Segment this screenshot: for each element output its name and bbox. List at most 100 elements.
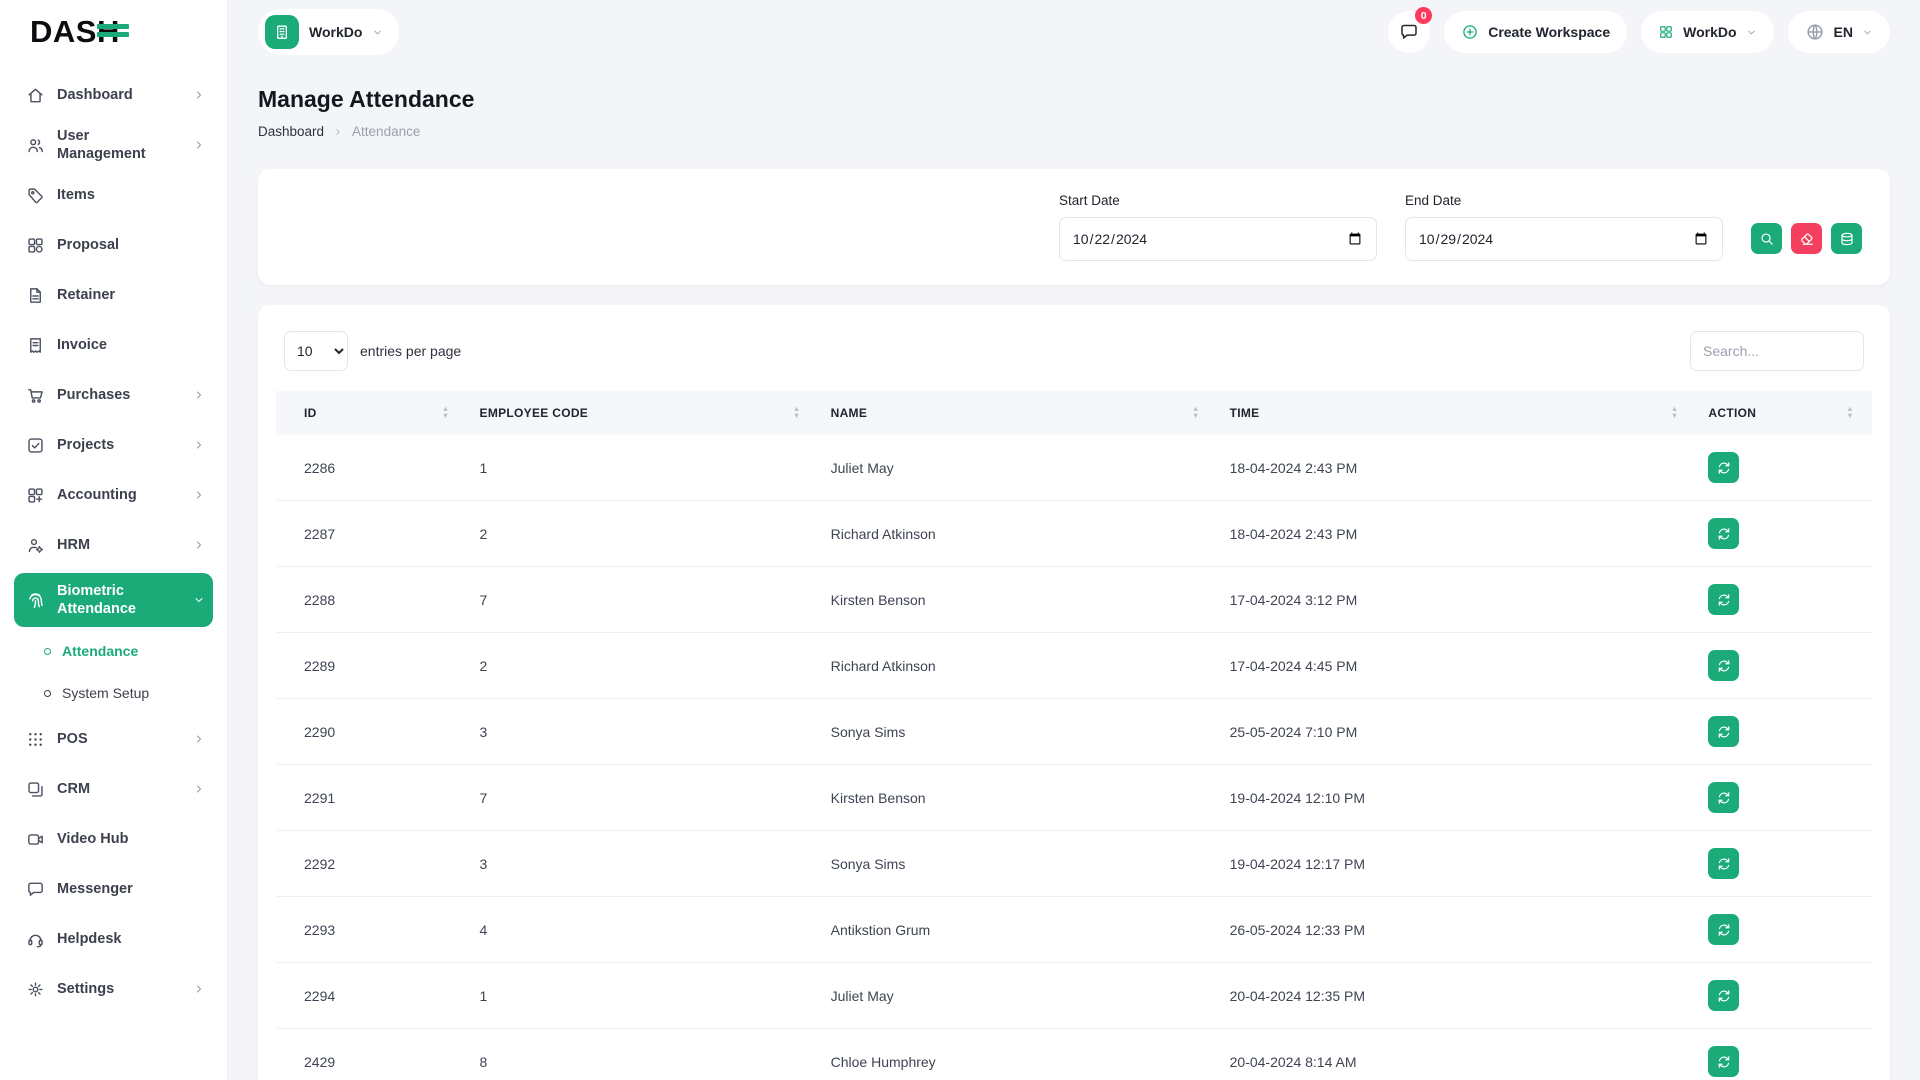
language-label: EN [1834,24,1853,40]
sidebar-item-retainer[interactable]: Retainer [14,270,213,320]
sync-attendance-button[interactable] [1708,518,1739,549]
sidebar-item-helpdesk[interactable]: Helpdesk [14,914,213,964]
cell-action [1696,699,1872,765]
sync-attendance-button[interactable] [1708,914,1739,945]
reset-filter-button[interactable] [1791,223,1822,254]
chevron-right-icon [193,139,205,151]
sort-icon[interactable]: ▲▼ [1671,406,1679,420]
refresh-icon [1716,922,1732,938]
chevron-right-icon [193,439,205,451]
cell-id: 2294 [276,963,468,1029]
sidebar-item-crm[interactable]: CRM [14,764,213,814]
chevron-right-icon [193,783,205,795]
end-date-field: End Date [1405,193,1723,261]
language-dropdown[interactable]: EN [1788,11,1890,53]
chevron-right-icon [193,539,205,551]
sort-icon[interactable]: ▲▼ [1846,406,1854,420]
topbar-actions: 0 Create Workspace WorkDo EN [1388,11,1890,53]
sidebar-item-hrm[interactable]: HRM [14,520,213,570]
end-date-input[interactable] [1405,217,1723,261]
sort-icon[interactable]: ▲▼ [793,406,801,420]
app-logo[interactable]: DASH [0,0,227,64]
filter-panel: Start Date End Date [258,169,1890,285]
workspace-selector[interactable]: WorkDo [258,9,399,55]
cell-employee-code: 4 [468,897,819,963]
sidebar-item-biometric-attendance[interactable]: Biometric Attendance [14,573,213,627]
column-header-id[interactable]: ID▲▼ [276,391,468,435]
home-icon [26,86,45,105]
sidebar-item-video-hub[interactable]: Video Hub [14,814,213,864]
cell-time: 26-05-2024 12:33 PM [1218,897,1697,963]
cell-name: Kirsten Benson [819,765,1218,831]
cell-employee-code: 7 [468,765,819,831]
sync-attendance-button[interactable] [1708,650,1739,681]
workspace-dropdown[interactable]: WorkDo [1641,11,1773,53]
sync-attendance-button[interactable] [1708,848,1739,879]
cell-employee-code: 3 [468,699,819,765]
create-workspace-label: Create Workspace [1488,24,1610,40]
sidebar-item-projects[interactable]: Projects [14,420,213,470]
sync-attendance-button[interactable] [1708,716,1739,747]
chevron-right-icon [193,733,205,745]
messages-button[interactable]: 0 [1388,11,1430,53]
sidebar-item-dashboard[interactable]: Dashboard [14,70,213,120]
app-root: DASH DashboardUser ManagementItemsPropos… [0,0,1920,1080]
sidebar-item-items[interactable]: Items [14,170,213,220]
sidebar-subitem-attendance[interactable]: Attendance [14,630,213,672]
cell-employee-code: 1 [468,963,819,1029]
cell-action [1696,897,1872,963]
doc-icon [26,286,45,305]
table-row: 22934Antikstion Grum26-05-2024 12:33 PM [276,897,1872,963]
bullet-icon [44,690,51,697]
sidebar-item-purchases[interactable]: Purchases [14,370,213,420]
cart-icon [26,386,45,405]
chevron-right-icon [193,489,205,501]
sort-icon[interactable]: ▲▼ [442,406,450,420]
sidebar-item-pos[interactable]: POS [14,714,213,764]
refresh-icon [1716,1054,1732,1070]
eraser-icon [1799,231,1815,247]
cell-time: 20-04-2024 12:35 PM [1218,963,1697,1029]
users-icon [26,136,45,155]
start-date-input[interactable] [1059,217,1377,261]
sidebar-item-messenger[interactable]: Messenger [14,864,213,914]
sync-attendance-button[interactable] [1708,980,1739,1011]
table-search-input[interactable] [1690,331,1864,371]
start-date-label: Start Date [1059,193,1377,208]
sidebar-item-settings[interactable]: Settings [14,964,213,1014]
column-header-time[interactable]: TIME▲▼ [1218,391,1697,435]
sidebar-item-accounting[interactable]: Accounting [14,470,213,520]
sync-attendance-button[interactable] [1708,452,1739,483]
column-header-name[interactable]: NAME▲▼ [819,391,1218,435]
apply-filter-button[interactable] [1751,223,1782,254]
sync-attendance-button[interactable] [1708,584,1739,615]
sidebar-item-user-management[interactable]: User Management [14,120,213,170]
sync-attendance-button[interactable] [1708,782,1739,813]
crm-icon [26,780,45,799]
fingerprint-icon [26,591,45,610]
table-row: 24298Chloe Humphrey20-04-2024 8:14 AM [276,1029,1872,1080]
create-workspace-button[interactable]: Create Workspace [1444,11,1627,53]
table-row: 22917Kirsten Benson19-04-2024 12:10 PM [276,765,1872,831]
breadcrumb-dashboard-link[interactable]: Dashboard [258,124,324,139]
refresh-icon [1716,658,1732,674]
sidebar-subitem-system-setup[interactable]: System Setup [14,672,213,714]
cell-time: 18-04-2024 2:43 PM [1218,501,1697,567]
tag-icon [26,186,45,205]
entries-per-page-select[interactable]: 10 [284,331,348,371]
export-button[interactable] [1831,223,1862,254]
sidebar-item-proposal[interactable]: Proposal [14,220,213,270]
search-icon [1759,231,1775,247]
table-row: 22923Sonya Sims19-04-2024 12:17 PM [276,831,1872,897]
attendance-table-card: 10 entries per page ID▲▼EMPLOYEE CODE▲▼N… [258,305,1890,1080]
sync-attendance-button[interactable] [1708,1046,1739,1077]
accounting-icon [26,486,45,505]
cell-name: Juliet May [819,435,1218,501]
cell-action [1696,1029,1872,1080]
column-header-employee-code[interactable]: EMPLOYEE CODE▲▼ [468,391,819,435]
cell-action [1696,831,1872,897]
sort-icon[interactable]: ▲▼ [1192,406,1200,420]
sidebar-item-invoice[interactable]: Invoice [14,320,213,370]
column-header-action[interactable]: ACTION▲▼ [1696,391,1872,435]
cell-id: 2291 [276,765,468,831]
